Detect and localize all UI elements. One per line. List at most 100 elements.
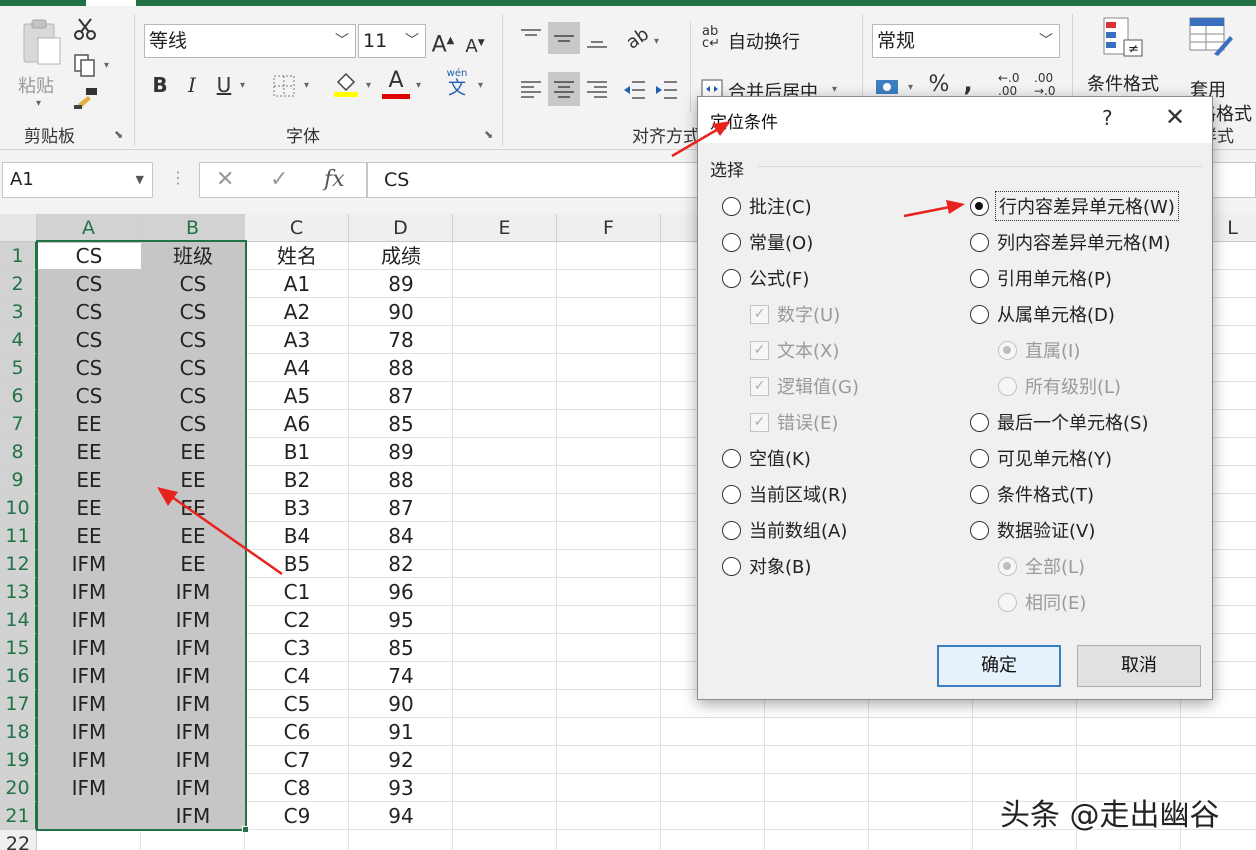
row-header-13[interactable]: 13	[0, 578, 37, 606]
cell-a1[interactable]: CS	[37, 242, 141, 270]
chevron-down-icon[interactable]: ▾	[478, 80, 483, 91]
cell-b7[interactable]: CS	[141, 410, 245, 438]
chevron-down-icon[interactable]: ▾	[832, 84, 837, 95]
cell-c7[interactable]: A6	[245, 410, 349, 438]
cell-a19[interactable]: IFM	[37, 746, 141, 774]
option-comments[interactable]: 批注(C)	[722, 193, 812, 219]
conditional-format-button[interactable]: ≠ 条件格式	[1084, 16, 1164, 106]
cell-d8[interactable]: 89	[349, 438, 453, 466]
cell-a5[interactable]: CS	[37, 354, 141, 382]
insert-function-button[interactable]: fx	[324, 167, 345, 192]
cell-a17[interactable]: IFM	[37, 690, 141, 718]
format-painter-icon[interactable]	[72, 86, 100, 112]
cell-d16[interactable]: 74	[349, 662, 453, 690]
borders-icon[interactable]	[272, 74, 296, 98]
row-header-18[interactable]: 18	[0, 718, 37, 746]
cell-d14[interactable]: 95	[349, 606, 453, 634]
option-conditional-formats[interactable]: 条件格式(T)	[970, 481, 1094, 507]
column-header-a[interactable]: A	[37, 214, 141, 242]
option-formulas[interactable]: 公式(F)	[722, 265, 809, 291]
cell-a16[interactable]: IFM	[37, 662, 141, 690]
cell-b2[interactable]: CS	[141, 270, 245, 298]
cell-d18[interactable]: 91	[349, 718, 453, 746]
row-header-17[interactable]: 17	[0, 690, 37, 718]
cell-a11[interactable]: EE	[37, 522, 141, 550]
cell-c11[interactable]: B4	[245, 522, 349, 550]
cell-d3[interactable]: 90	[349, 298, 453, 326]
select-all-corner[interactable]	[0, 214, 37, 242]
cell-d20[interactable]: 93	[349, 774, 453, 802]
row-header-3[interactable]: 3	[0, 298, 37, 326]
option-visible-cells[interactable]: 可见单元格(Y)	[970, 445, 1112, 471]
cell-d9[interactable]: 88	[349, 466, 453, 494]
cell-b13[interactable]: IFM	[141, 578, 245, 606]
cell-b19[interactable]: IFM	[141, 746, 245, 774]
cell-c18[interactable]: C6	[245, 718, 349, 746]
cell-a18[interactable]: IFM	[37, 718, 141, 746]
align-bottom-icon[interactable]	[584, 26, 610, 50]
fill-color-icon[interactable]	[332, 70, 360, 98]
row-header-8[interactable]: 8	[0, 438, 37, 466]
cell-a9[interactable]: EE	[37, 466, 141, 494]
cell-c3[interactable]: A2	[245, 298, 349, 326]
cell-a20[interactable]: IFM	[37, 774, 141, 802]
cell-c12[interactable]: B5	[245, 550, 349, 578]
row-header-10[interactable]: 10	[0, 494, 37, 522]
row-header-5[interactable]: 5	[0, 354, 37, 382]
dialog-launcher-icon[interactable]: ⬊	[114, 128, 123, 141]
confirm-entry-icon[interactable]: ✓	[270, 167, 288, 192]
shrink-font-button[interactable]: A▼	[462, 28, 488, 62]
wrap-text-icon[interactable]: ab c↵	[702, 25, 720, 50]
option-constants[interactable]: 常量(O)	[722, 229, 813, 255]
cell-c10[interactable]: B3	[245, 494, 349, 522]
row-header-15[interactable]: 15	[0, 634, 37, 662]
cell-d5[interactable]: 88	[349, 354, 453, 382]
column-header-c[interactable]: C	[245, 214, 349, 242]
row-header-1[interactable]: 1	[0, 242, 37, 270]
chevron-down-icon[interactable]: ▾	[908, 82, 913, 93]
row-header-12[interactable]: 12	[0, 550, 37, 578]
cell-b18[interactable]: IFM	[141, 718, 245, 746]
cell-b11[interactable]: EE	[141, 522, 245, 550]
ok-button[interactable]: 确定	[937, 645, 1061, 687]
column-header-e[interactable]: E	[453, 214, 557, 242]
option-column-differences[interactable]: 列内容差异单元格(M)	[970, 229, 1171, 255]
cell-b6[interactable]: CS	[141, 382, 245, 410]
option-objects[interactable]: 对象(B)	[722, 553, 811, 579]
row-header-20[interactable]: 20	[0, 774, 37, 802]
cancel-button[interactable]: 取消	[1077, 645, 1201, 687]
cell-b17[interactable]: IFM	[141, 690, 245, 718]
cell-b10[interactable]: EE	[141, 494, 245, 522]
cell-c1[interactable]: 姓名	[245, 242, 349, 270]
help-icon[interactable]: ?	[1102, 106, 1113, 130]
chevron-down-icon[interactable]: ▾	[654, 36, 659, 47]
italic-button[interactable]: I	[180, 70, 204, 100]
row-header-4[interactable]: 4	[0, 326, 37, 354]
underline-button[interactable]: U	[212, 70, 236, 100]
cell-c14[interactable]: C2	[245, 606, 349, 634]
cell-c20[interactable]: C8	[245, 774, 349, 802]
cell-d4[interactable]: 78	[349, 326, 453, 354]
chevron-down-icon[interactable]: ▾	[104, 60, 109, 71]
row-header-2[interactable]: 2	[0, 270, 37, 298]
number-format-dropdown[interactable]: 常规 ﹀	[872, 24, 1060, 58]
option-current-region[interactable]: 当前区域(R)	[722, 481, 848, 507]
cell-c16[interactable]: C4	[245, 662, 349, 690]
row-header-22[interactable]: 22	[0, 830, 37, 850]
cell-b15[interactable]: IFM	[141, 634, 245, 662]
fill-handle[interactable]	[242, 826, 249, 833]
cell-d1[interactable]: 成绩	[349, 242, 453, 270]
cell-b5[interactable]: CS	[141, 354, 245, 382]
cell-b1[interactable]: 班级	[141, 242, 245, 270]
more-options-icon[interactable]: ⋮	[170, 168, 186, 187]
cell-d10[interactable]: 87	[349, 494, 453, 522]
font-color-button[interactable]: A	[382, 68, 410, 99]
align-center-button[interactable]	[548, 72, 580, 106]
cell-d6[interactable]: 87	[349, 382, 453, 410]
row-header-21[interactable]: 21	[0, 802, 37, 830]
paste-button[interactable]: 粘贴 ▾	[14, 14, 66, 110]
option-blanks[interactable]: 空值(K)	[722, 445, 811, 471]
grow-font-button[interactable]: A▲	[430, 26, 456, 60]
cell-a10[interactable]: EE	[37, 494, 141, 522]
column-header-b[interactable]: B	[141, 214, 245, 242]
